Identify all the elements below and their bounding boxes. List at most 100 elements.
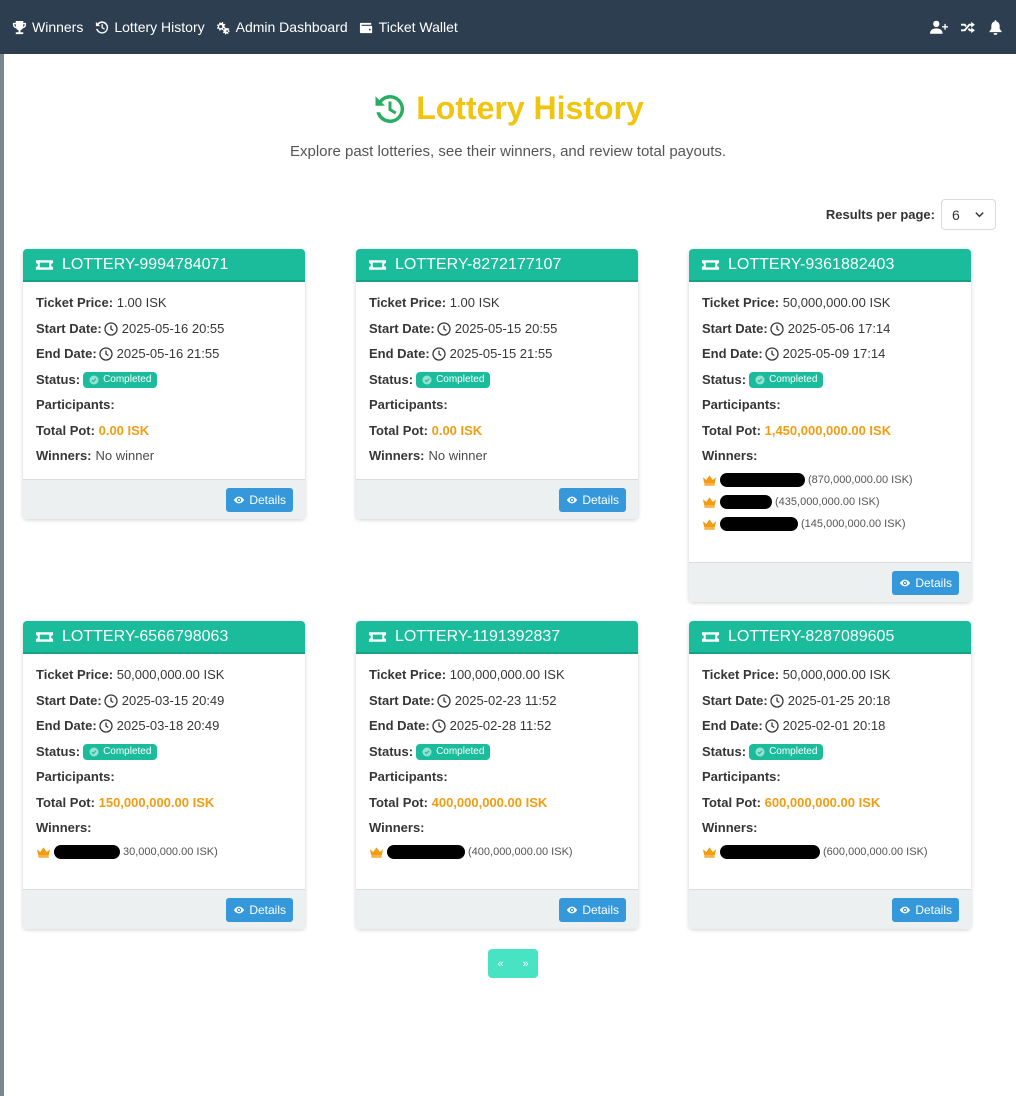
total-pot-row: Total Pot: 0.00 ISK: [36, 422, 292, 440]
eye-icon: [234, 906, 245, 913]
details-button[interactable]: Details: [892, 897, 959, 922]
redacted-winner-name: [720, 473, 805, 487]
start-date-row: Start Date: 2025-05-06 17:14: [702, 320, 958, 338]
winners-label: Winners:: [702, 448, 758, 463]
random-button[interactable]: [958, 18, 976, 36]
total-pot-row: Total Pot: 0.00 ISK: [369, 422, 625, 440]
end-date-row: End Date: 2025-02-28 11:52: [369, 717, 625, 735]
clock-icon: [99, 347, 113, 361]
ticket-icon: [368, 259, 387, 270]
check-circle-icon: [422, 747, 432, 756]
bell-icon: [988, 19, 1002, 35]
random-icon: [960, 21, 975, 33]
start-date-value: 2025-05-16 20:55: [121, 320, 225, 336]
winner-entry: (145,000,000.00 ISK): [702, 513, 958, 535]
winner-amount: (145,000,000.00 ISK): [801, 518, 906, 530]
ticket-price-label: Ticket Price:: [36, 667, 114, 682]
clock-icon: [432, 347, 446, 361]
lottery-id: LOTTERY-8287089605: [728, 627, 895, 645]
nav-label: Winners: [32, 19, 84, 35]
start-date-row: Start Date: 2025-05-15 20:55: [369, 320, 625, 338]
details-button[interactable]: Details: [559, 897, 626, 922]
ticket-icon: [35, 259, 54, 270]
crown-icon: [36, 847, 51, 858]
ticket-icon: [701, 259, 720, 270]
details-label: Details: [249, 492, 286, 507]
total-pot-row: Total Pot: 400,000,000.00 ISK: [369, 794, 625, 812]
details-button[interactable]: Details: [226, 487, 293, 512]
participants-label: Participants:: [369, 769, 448, 784]
status-badge: Completed: [83, 743, 158, 760]
pagination-prev[interactable]: «: [493, 958, 507, 970]
lottery-id: LOTTERY-9361882403: [728, 255, 895, 273]
status-row: Status: Completed: [369, 743, 625, 761]
winner-entry: 30,000,000.00 ISK): [36, 841, 292, 863]
crown-icon: [702, 497, 717, 508]
top-navbar: Winners Lottery History Admin Dashboard …: [0, 0, 1016, 54]
participants-label: Participants:: [369, 397, 448, 412]
status-row: Status: Completed: [702, 371, 958, 389]
wallet-icon: [359, 22, 372, 33]
nav-lottery-history[interactable]: Lottery History: [94, 19, 205, 35]
details-button[interactable]: Details: [892, 570, 959, 595]
clock-icon: [770, 321, 784, 336]
status-text: Completed: [436, 373, 485, 385]
participants-row: Participants:: [36, 768, 292, 786]
clock-icon: [770, 693, 784, 708]
status-label: Status:: [369, 371, 414, 387]
user-plus-button[interactable]: [930, 18, 948, 36]
start-date-label: Start Date:: [369, 692, 435, 708]
participants-row: Participants:: [369, 396, 625, 414]
start-date-row: Start Date: 2025-05-16 20:55: [36, 320, 292, 338]
lottery-id: LOTTERY-8272177107: [395, 255, 562, 273]
clock-icon: [765, 347, 779, 361]
total-pot-row: Total Pot: 150,000,000.00 ISK: [36, 794, 292, 812]
participants-row: Participants:: [369, 768, 625, 786]
clock-icon: [437, 321, 451, 336]
participants-label: Participants:: [702, 397, 781, 412]
lottery-card-body: Ticket Price: 1.00 ISK Start Date: 2025-0…: [356, 282, 638, 479]
nav-label: Lottery History: [114, 19, 205, 35]
ticket-price-value: 50,000,000.00 ISK: [116, 667, 225, 682]
nav-winners[interactable]: Winners: [12, 19, 83, 35]
check-circle-icon: [755, 375, 765, 384]
lottery-card-header: LOTTERY-8272177107: [356, 249, 638, 282]
ticket-price-value: 50,000,000.00 ISK: [782, 295, 891, 310]
results-per-page-select[interactable]: 6: [941, 199, 996, 230]
participants-label: Participants:: [702, 769, 781, 784]
results-per-page-value: 6: [952, 206, 960, 223]
redacted-winner-name: [720, 845, 820, 859]
lottery-card-body: Ticket Price: 50,000,000.00 ISK Start Da…: [23, 654, 305, 889]
start-date-label: Start Date:: [702, 692, 768, 708]
start-date-value: 2025-01-25 20:18: [787, 692, 891, 708]
total-pot-value: 0.00 ISK: [431, 422, 483, 438]
details-label: Details: [915, 575, 952, 590]
notifications-button[interactable]: [986, 18, 1004, 36]
end-date-row: End Date: 2025-02-01 20:18: [702, 717, 958, 735]
clock-icon: [99, 719, 113, 733]
participants-row: Participants:: [702, 396, 958, 414]
lottery-card-body: Ticket Price: 1.00 ISK Start Date: 2025-0…: [23, 282, 305, 479]
left-rail: [0, 54, 4, 1096]
eye-icon: [900, 579, 911, 586]
end-date-row: End Date: 2025-05-15 21:55: [369, 345, 625, 363]
total-pot-label: Total Pot:: [369, 794, 428, 810]
total-pot-value: 1,450,000,000.00 ISK: [764, 422, 892, 438]
ticket-price-value: 1.00 ISK: [449, 295, 500, 310]
lottery-card-body: Ticket Price: 50,000,000.00 ISK Start Da…: [689, 282, 971, 562]
total-pot-row: Total Pot: 600,000,000.00 ISK: [702, 794, 958, 812]
status-badge: Completed: [416, 743, 491, 760]
pagination-next[interactable]: »: [518, 958, 532, 970]
winner-entry: (435,000,000.00 ISK): [702, 491, 958, 513]
winner-amount: (870,000,000.00 ISK): [808, 474, 913, 486]
status-row: Status: Completed: [702, 743, 958, 761]
ticket-price-label: Ticket Price:: [369, 667, 447, 682]
details-button[interactable]: Details: [226, 897, 293, 922]
details-button[interactable]: Details: [559, 487, 626, 512]
no-winner-text: No winner: [95, 448, 155, 463]
nav-admin-dashboard[interactable]: Admin Dashboard: [216, 19, 348, 35]
total-pot-value: 0.00 ISK: [98, 422, 150, 438]
nav-ticket-wallet[interactable]: Ticket Wallet: [359, 19, 458, 35]
lottery-id: LOTTERY-9994784071: [62, 255, 229, 273]
status-label: Status:: [36, 371, 81, 387]
